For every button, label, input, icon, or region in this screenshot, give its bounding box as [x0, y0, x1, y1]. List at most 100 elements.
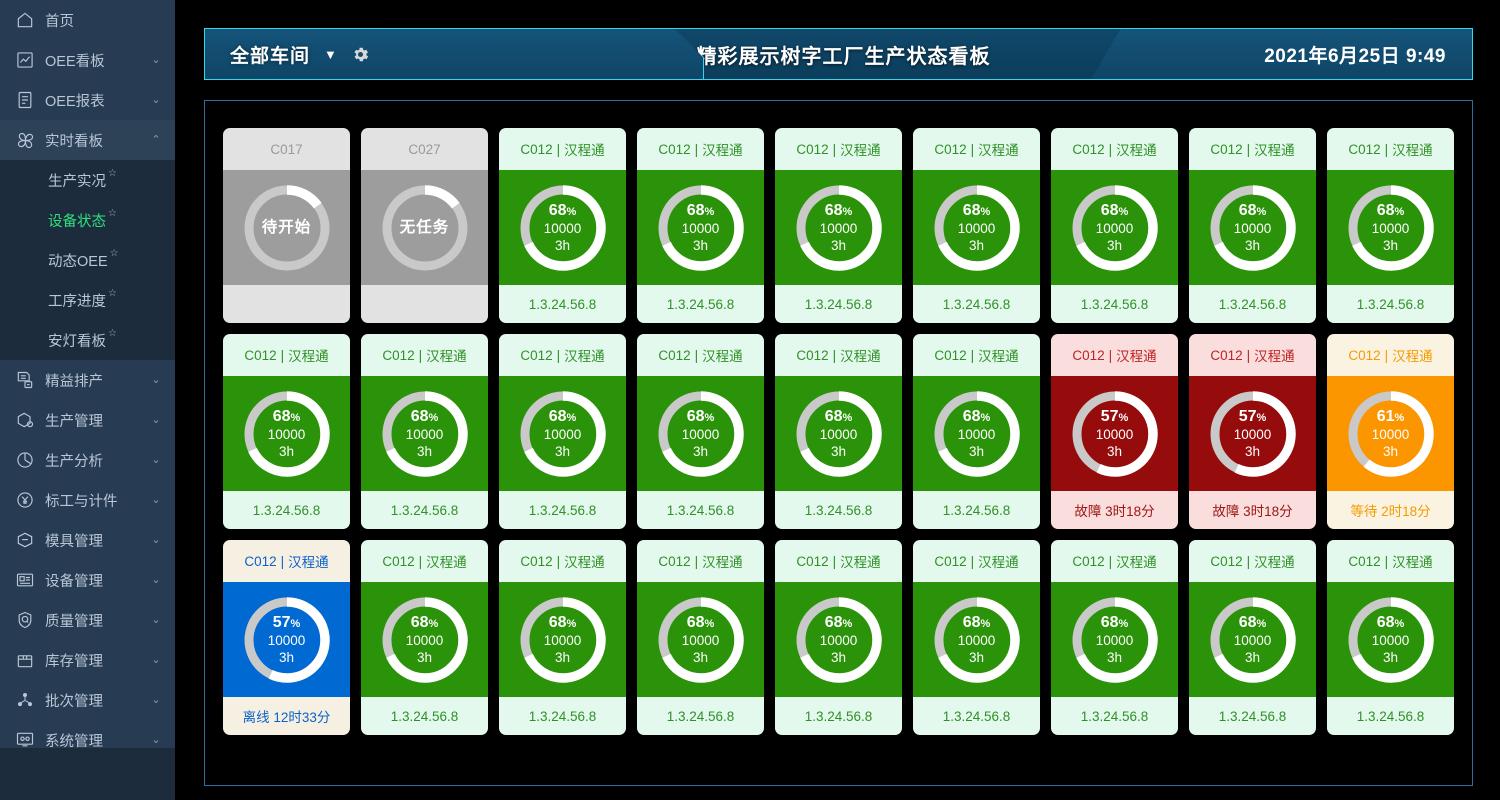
progress-ring: 68% 10000 3h: [1070, 183, 1160, 273]
machine-card[interactable]: C012 | 汉程通 68% 10000 3h 1.3.24.56.8: [499, 334, 626, 529]
machine-card[interactable]: C012 | 汉程通 68% 10000 3h 1.3.24.56.8: [361, 540, 488, 735]
sidebar-item-3[interactable]: 实时看板 ⌃: [0, 120, 175, 160]
machine-card[interactable]: C012 | 汉程通 68% 10000 3h 1.3.24.56.8: [913, 128, 1040, 323]
progress-ring: 68% 10000 3h: [242, 389, 332, 479]
machine-code: C012: [1072, 553, 1105, 569]
chevron-down-icon[interactable]: ⌄: [147, 94, 165, 106]
chevron-down-icon[interactable]: ⌄: [147, 54, 165, 66]
chevron-down-icon[interactable]: ⌄: [147, 614, 165, 626]
machine-code: C012: [1072, 141, 1105, 157]
sidebar-item-7[interactable]: 标工与计件 ⌄: [0, 480, 175, 520]
chevron-down-icon[interactable]: ⌄: [147, 694, 165, 706]
chevron-down-icon[interactable]: ▼: [324, 48, 337, 61]
machine-card[interactable]: C012 | 汉程通 68% 10000 3h 1.3.24.56.8: [1051, 128, 1178, 323]
main-content: 全部车间 ▼ 精彩展示树字工厂生产状态看板 2021年6月25日 9:49 C0…: [175, 0, 1500, 800]
machine-card-footer: 1.3.24.56.8: [913, 285, 1040, 323]
header-separator: |: [556, 141, 561, 157]
machine-card[interactable]: C012 | 汉程通 68% 10000 3h 1.3.24.56.8: [775, 334, 902, 529]
machine-card[interactable]: C012 | 汉程通 68% 10000 3h 1.3.24.56.8: [499, 540, 626, 735]
machine-name: 汉程通: [288, 555, 329, 570]
sidebar-subitem-1[interactable]: 设备状态 ☆: [0, 200, 175, 240]
machine-card[interactable]: C012 | 汉程通 68% 10000 3h 1.3.24.56.8: [1189, 128, 1316, 323]
chevron-down-icon[interactable]: ⌄: [147, 574, 165, 586]
sidebar-item-6[interactable]: 生产分析 ⌄: [0, 440, 175, 480]
chevron-down-icon[interactable]: ⌄: [147, 494, 165, 506]
sidebar-item-8[interactable]: 模具管理 ⌄: [0, 520, 175, 560]
chevron-down-icon[interactable]: ⌄: [147, 454, 165, 466]
machine-card-header: C012 | 汉程通: [223, 334, 350, 376]
machine-status-text: 1.3.24.56.8: [1356, 296, 1425, 312]
favorite-star-icon[interactable]: ☆: [108, 328, 117, 339]
sidebar-item-12[interactable]: 批次管理 ⌄: [0, 680, 175, 720]
sidebar-subitem-2[interactable]: 动态OEE ☆: [0, 240, 175, 280]
machine-card[interactable]: C012 | 汉程通 68% 10000 3h 1.3.24.56.8: [1327, 540, 1454, 735]
machine-card-body: 68% 10000 3h: [775, 170, 902, 285]
machine-status-text: 1.3.24.56.8: [1218, 708, 1287, 724]
progress-ring: 68% 10000 3h: [1208, 595, 1298, 685]
sidebar-subitem-4[interactable]: 安灯看板 ☆: [0, 320, 175, 360]
sidebar-item-1[interactable]: OEE看板 ⌄: [0, 40, 175, 80]
chevron-down-icon[interactable]: ⌄: [147, 374, 165, 386]
sidebar-item-11[interactable]: 库存管理 ⌄: [0, 640, 175, 680]
header-separator: |: [1108, 141, 1113, 157]
machine-name: 汉程通: [426, 555, 467, 570]
chevron-down-icon[interactable]: ⌄: [147, 414, 165, 426]
schedule-icon: [14, 369, 36, 391]
machine-card[interactable]: C012 | 汉程通 68% 10000 3h 1.3.24.56.8: [775, 128, 902, 323]
machine-card-header: C012 | 汉程通: [637, 128, 764, 170]
machine-card[interactable]: C012 | 汉程通 68% 10000 3h 1.3.24.56.8: [1327, 128, 1454, 323]
sidebar-subitem-0[interactable]: 生产实况 ☆: [0, 160, 175, 200]
machine-card[interactable]: C012 | 汉程通 68% 10000 3h 1.3.24.56.8: [361, 334, 488, 529]
workshop-selector[interactable]: 全部车间 ▼: [230, 41, 370, 68]
machine-name: 汉程通: [564, 555, 605, 570]
progress-ring: 68% 10000 3h: [794, 183, 884, 273]
machine-card-footer: 离线 12时33分: [223, 697, 350, 735]
machine-card-footer: 1.3.24.56.8: [775, 697, 902, 735]
sidebar-item-2[interactable]: OEE报表 ⌄: [0, 80, 175, 120]
machine-card[interactable]: C012 | 汉程通 57% 10000 3h 故障 3时18分: [1189, 334, 1316, 529]
chevron-down-icon[interactable]: ⌄: [147, 534, 165, 546]
favorite-star-icon[interactable]: ☆: [108, 208, 117, 219]
machine-card-body: 无任务: [361, 170, 488, 285]
machine-card[interactable]: C017 待开始: [223, 128, 350, 323]
machine-card-footer: 1.3.24.56.8: [1327, 285, 1454, 323]
machine-code: C012: [1348, 553, 1381, 569]
machine-card[interactable]: C012 | 汉程通 68% 10000 3h 1.3.24.56.8: [637, 334, 764, 529]
chevron-down-icon[interactable]: ⌄: [147, 734, 165, 746]
sidebar-item-label: 批次管理: [45, 693, 103, 710]
favorite-star-icon[interactable]: ☆: [108, 288, 117, 299]
machine-status-text: 离线 12时33分: [242, 710, 331, 725]
machine-card[interactable]: C027 无任务: [361, 128, 488, 323]
machine-card[interactable]: C012 | 汉程通 68% 10000 3h 1.3.24.56.8: [913, 540, 1040, 735]
machine-card[interactable]: C012 | 汉程通 57% 10000 3h 离线 12时33分: [223, 540, 350, 735]
machine-card[interactable]: C012 | 汉程通 68% 10000 3h 1.3.24.56.8: [775, 540, 902, 735]
machine-card[interactable]: C012 | 汉程通 57% 10000 3h 故障 3时18分: [1051, 334, 1178, 529]
machine-card[interactable]: C012 | 汉程通 68% 10000 3h 1.3.24.56.8: [1051, 540, 1178, 735]
machine-card[interactable]: C012 | 汉程通 68% 10000 3h 1.3.24.56.8: [637, 540, 764, 735]
machine-card-header: C027: [361, 128, 488, 170]
sidebar-item-9[interactable]: 设备管理 ⌄: [0, 560, 175, 600]
sidebar-item-4[interactable]: 精益排产 ⌄: [0, 360, 175, 400]
sidebar-item-10[interactable]: 质量管理 ⌄: [0, 600, 175, 640]
machine-card-header: C012 | 汉程通: [775, 128, 902, 170]
gear-icon[interactable]: [351, 45, 370, 64]
machine-code: C012: [934, 553, 967, 569]
machine-card[interactable]: C012 | 汉程通 68% 10000 3h 1.3.24.56.8: [1189, 540, 1316, 735]
favorite-star-icon[interactable]: ☆: [110, 248, 119, 259]
machine-card[interactable]: C012 | 汉程通 61% 10000 3h 等待 2时18分: [1327, 334, 1454, 529]
machine-card-body: 68% 10000 3h: [499, 582, 626, 697]
machine-card[interactable]: C012 | 汉程通 68% 10000 3h 1.3.24.56.8: [223, 334, 350, 529]
chevron-down-icon[interactable]: ⌄: [147, 654, 165, 666]
machine-card[interactable]: C012 | 汉程通 68% 10000 3h 1.3.24.56.8: [499, 128, 626, 323]
favorite-star-icon[interactable]: ☆: [108, 168, 117, 179]
sidebar-item-0[interactable]: 首页: [0, 0, 175, 40]
machine-name: 汉程通: [702, 349, 743, 364]
sidebar-item-label: 首页: [45, 13, 74, 30]
machine-card[interactable]: C012 | 汉程通 68% 10000 3h 1.3.24.56.8: [913, 334, 1040, 529]
machine-status-text: 故障 3时18分: [1074, 504, 1155, 519]
progress-ring: 待开始: [242, 183, 332, 273]
sidebar-item-5[interactable]: 生产管理 ⌄: [0, 400, 175, 440]
chevron-up-icon[interactable]: ⌃: [147, 134, 165, 146]
machine-card[interactable]: C012 | 汉程通 68% 10000 3h 1.3.24.56.8: [637, 128, 764, 323]
sidebar-subitem-3[interactable]: 工序进度 ☆: [0, 280, 175, 320]
